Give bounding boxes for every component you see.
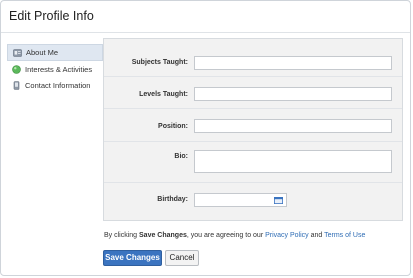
sidebar-item-label: Interests & Activities [25, 65, 93, 74]
sidebar: About Me Interests & Activities Contact … [7, 44, 103, 94]
green-dot-icon [12, 65, 21, 74]
edit-profile-panel: Edit Profile Info About Me Interests & A… [0, 0, 411, 276]
title-divider [1, 32, 410, 33]
subjects-taught-label: Subjects Taught: [131, 59, 188, 66]
sidebar-item-label: Contact Information [25, 81, 91, 90]
row-divider [104, 108, 402, 109]
position-input[interactable] [194, 119, 392, 133]
terms-notice: By clicking Save Changes, you are agreei… [104, 232, 365, 239]
terms-of-use-link[interactable]: Terms of Use [324, 232, 365, 239]
terms-bold-text: Save Changes [139, 232, 187, 239]
save-changes-button[interactable]: Save Changes [103, 250, 162, 266]
sidebar-item-contact-information[interactable]: Contact Information [7, 78, 103, 94]
page-title: Edit Profile Info [9, 9, 94, 23]
position-label: Position: [158, 123, 188, 130]
row-divider [104, 141, 402, 142]
id-card-icon [13, 49, 22, 57]
levels-taught-input[interactable] [194, 87, 392, 101]
terms-text: By clicking [104, 232, 140, 239]
row-divider [104, 182, 402, 183]
row-divider [104, 76, 402, 77]
sidebar-item-about-me[interactable]: About Me [7, 44, 103, 61]
calendar-icon[interactable] [274, 197, 283, 204]
birthday-input[interactable] [194, 193, 287, 207]
sidebar-item-label: About Me [26, 48, 59, 57]
phone-icon [13, 81, 20, 90]
terms-text: and [308, 232, 325, 239]
subjects-taught-input[interactable] [194, 56, 392, 70]
cancel-button[interactable]: Cancel [165, 250, 199, 266]
profile-form: Subjects Taught: Levels Taught: Position… [103, 38, 403, 221]
bio-textarea[interactable] [194, 150, 392, 173]
birthday-label: Birthday: [157, 196, 188, 203]
sidebar-item-interests-activities[interactable]: Interests & Activities [7, 62, 103, 78]
bio-label: Bio: [174, 153, 188, 160]
privacy-policy-link[interactable]: Privacy Policy [265, 232, 309, 239]
terms-text: , you are agreeing to our [186, 232, 266, 239]
levels-taught-label: Levels Taught: [139, 91, 188, 98]
